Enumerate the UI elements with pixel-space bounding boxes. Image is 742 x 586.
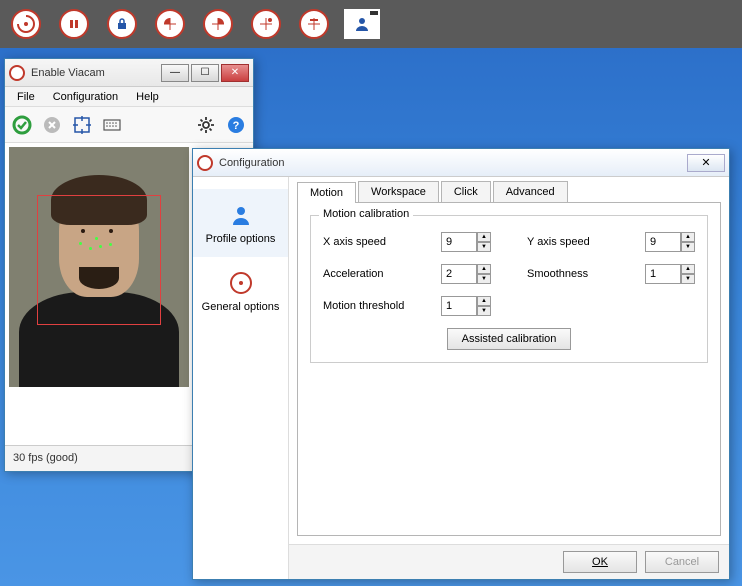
- face-tracking-box: [37, 195, 161, 325]
- cancel-button[interactable]: Cancel: [645, 551, 719, 573]
- settings-icon[interactable]: [195, 114, 217, 136]
- config-right-pane: Motion Workspace Click Advanced Motion c…: [289, 177, 729, 579]
- x-speed-down[interactable]: ▼: [477, 242, 491, 252]
- config-left-pane: Profile options General options: [193, 177, 289, 579]
- keyboard-icon[interactable]: [101, 114, 123, 136]
- general-options-label: General options: [197, 301, 284, 313]
- ok-button[interactable]: OK: [563, 551, 637, 573]
- config-dialog: Configuration ✕ Profile options General …: [192, 148, 730, 580]
- general-options-item[interactable]: General options: [193, 257, 288, 325]
- smooth-down[interactable]: ▼: [681, 274, 695, 284]
- smooth-up[interactable]: ▲: [681, 264, 695, 274]
- menu-file[interactable]: File: [9, 89, 43, 105]
- config-close-button[interactable]: ✕: [687, 154, 725, 172]
- click-right-icon[interactable]: [200, 6, 236, 42]
- acceleration-label: Acceleration: [323, 268, 433, 280]
- pause-icon[interactable]: [56, 6, 92, 42]
- camera-view: [9, 147, 189, 387]
- motion-group-title: Motion calibration: [319, 208, 413, 220]
- top-toolbar: [0, 0, 742, 48]
- svg-text:?: ?: [233, 120, 240, 132]
- tab-content-motion: Motion calibration X axis speed ▲▼ Y axi…: [297, 202, 721, 536]
- main-title: Enable Viacam: [31, 67, 161, 79]
- config-titlebar[interactable]: Configuration ✕: [193, 149, 729, 177]
- accel-down[interactable]: ▼: [477, 274, 491, 284]
- main-titlebar[interactable]: Enable Viacam — ☐ ✕: [5, 59, 253, 87]
- tab-advanced[interactable]: Advanced: [493, 181, 568, 202]
- menu-help[interactable]: Help: [128, 89, 167, 105]
- app-icon: [9, 65, 25, 81]
- general-icon: [227, 269, 255, 297]
- config-title: Configuration: [219, 157, 687, 169]
- track-icon[interactable]: [71, 114, 93, 136]
- assisted-calibration-button[interactable]: Assisted calibration: [447, 328, 572, 350]
- minimize-button[interactable]: —: [161, 64, 189, 82]
- close-button[interactable]: ✕: [221, 64, 249, 82]
- profile-icon: [227, 201, 255, 229]
- thresh-down[interactable]: ▼: [477, 306, 491, 316]
- user-icon[interactable]: [344, 6, 380, 42]
- profile-options-item[interactable]: Profile options: [193, 189, 288, 257]
- y-speed-spinbox[interactable]: ▲▼: [645, 232, 695, 252]
- acceleration-spinbox[interactable]: ▲▼: [441, 264, 491, 284]
- lock-icon[interactable]: [104, 6, 140, 42]
- x-speed-input[interactable]: [441, 232, 477, 252]
- profile-options-label: Profile options: [197, 233, 284, 245]
- config-app-icon: [197, 155, 213, 171]
- click-drag-icon[interactable]: [296, 6, 332, 42]
- config-tabs: Motion Workspace Click Advanced: [289, 177, 729, 202]
- menubar: File Configuration Help: [5, 87, 253, 107]
- smoothness-spinbox[interactable]: ▲▼: [645, 264, 695, 284]
- tab-click[interactable]: Click: [441, 181, 491, 202]
- x-speed-label: X axis speed: [323, 236, 433, 248]
- dialog-buttons: OK Cancel: [289, 544, 729, 579]
- tab-workspace[interactable]: Workspace: [358, 181, 439, 202]
- y-speed-input[interactable]: [645, 232, 681, 252]
- thresh-up[interactable]: ▲: [477, 296, 491, 306]
- help-icon[interactable]: ?: [225, 114, 247, 136]
- menu-configuration[interactable]: Configuration: [45, 89, 126, 105]
- threshold-spinbox[interactable]: ▲▼: [441, 296, 491, 316]
- enable-icon[interactable]: [11, 114, 33, 136]
- click-move-icon[interactable]: [248, 6, 284, 42]
- y-speed-up[interactable]: ▲: [681, 232, 695, 242]
- accel-up[interactable]: ▲: [477, 264, 491, 274]
- maximize-button[interactable]: ☐: [191, 64, 219, 82]
- click-left-icon[interactable]: [152, 6, 188, 42]
- threshold-input[interactable]: [441, 296, 477, 316]
- logo-icon[interactable]: [8, 6, 44, 42]
- y-speed-down[interactable]: ▼: [681, 242, 695, 252]
- threshold-label: Motion threshold: [323, 300, 433, 312]
- main-toolbar: ?: [5, 107, 253, 143]
- x-speed-spinbox[interactable]: ▲▼: [441, 232, 491, 252]
- tab-motion[interactable]: Motion: [297, 182, 356, 203]
- smoothness-input[interactable]: [645, 264, 681, 284]
- smoothness-label: Smoothness: [527, 268, 637, 280]
- acceleration-input[interactable]: [441, 264, 477, 284]
- disable-icon[interactable]: [41, 114, 63, 136]
- motion-calibration-group: Motion calibration X axis speed ▲▼ Y axi…: [310, 215, 708, 363]
- y-speed-label: Y axis speed: [527, 236, 637, 248]
- x-speed-up[interactable]: ▲: [477, 232, 491, 242]
